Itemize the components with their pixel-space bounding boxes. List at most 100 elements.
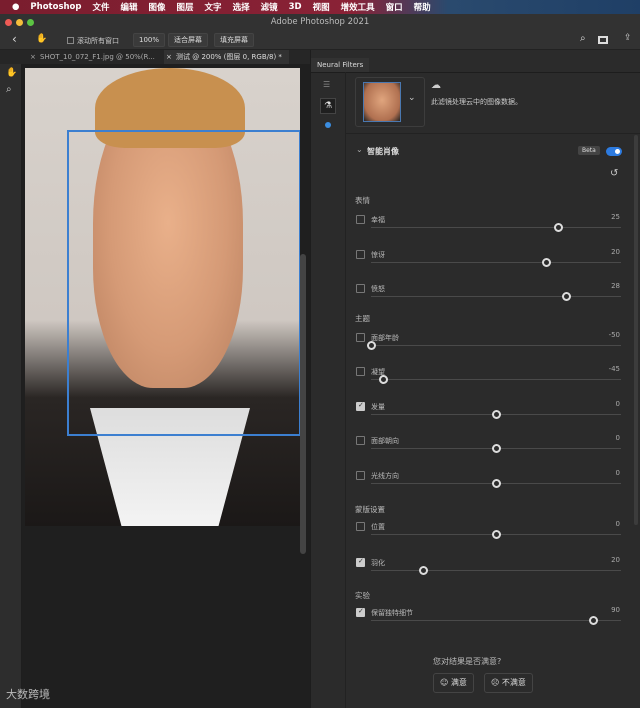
reset-icon[interactable]: ↺: [610, 168, 618, 179]
maximize-window-button[interactable]: [27, 19, 34, 26]
search-icon[interactable]: ⌕: [580, 33, 586, 44]
face-detection-box: [67, 130, 300, 436]
panel-scrollbar[interactable]: [634, 135, 638, 525]
all-filters-icon[interactable]: ☰: [323, 80, 330, 89]
slider-track[interactable]: [371, 223, 621, 232]
slider-knob[interactable]: [491, 530, 501, 539]
slider-value: 0: [615, 400, 620, 408]
workspace-icon[interactable]: [598, 36, 608, 44]
slider-track[interactable]: [371, 375, 621, 384]
hand-tool-icon[interactable]: ✋: [6, 68, 17, 78]
menu-item[interactable]: 编辑: [121, 1, 138, 13]
slider-label: 惊讶: [371, 251, 385, 259]
slider-checkbox[interactable]: [356, 333, 365, 342]
hand-tool-icon[interactable]: ✋: [36, 34, 47, 44]
tab-test[interactable]: × 测试 @ 200% (图层 0, RGB/8) *: [164, 50, 289, 64]
slider-checkbox[interactable]: [356, 557, 365, 567]
slider-knob[interactable]: [491, 410, 501, 419]
slider-track[interactable]: [371, 616, 621, 625]
slider-checkbox[interactable]: [356, 401, 365, 411]
title-bar: Adobe Photoshop 2021: [0, 14, 640, 31]
menu-item[interactable]: 帮助: [414, 1, 431, 13]
menu-item[interactable]: 3D: [289, 2, 302, 12]
slider-knob[interactable]: [589, 616, 598, 625]
menu-item[interactable]: Photoshop: [30, 2, 81, 12]
menu-item[interactable]: 增效工具: [341, 1, 375, 13]
face-selector[interactable]: ⌄: [355, 77, 425, 127]
slider-value: 20: [611, 248, 620, 256]
slider-label: 发量: [371, 403, 385, 411]
slider-track[interactable]: [371, 410, 621, 419]
slider-knob[interactable]: [491, 444, 501, 453]
share-icon[interactable]: ⇪: [624, 33, 632, 43]
slider-knob[interactable]: [491, 479, 501, 488]
section-title: 表情: [355, 196, 370, 205]
slider-checkbox[interactable]: [356, 215, 365, 224]
fill-screen-button[interactable]: 填充屏幕: [214, 33, 254, 47]
menu-item[interactable]: 选择: [233, 1, 250, 13]
slider-knob[interactable]: [561, 292, 571, 301]
menu-item[interactable]: 图像: [149, 1, 166, 13]
window-title: Adobe Photoshop 2021: [270, 17, 370, 27]
slider-checkbox[interactable]: [356, 607, 365, 617]
tab-shot[interactable]: × SHOT_10_072_F1.jpg @ 50%(R...: [28, 50, 168, 64]
menu-item[interactable]: 图层: [177, 1, 194, 13]
menu-bar: ● Photoshop 文件 编辑 图像 图层 文字 选择 滤镜 3D 视图 增效工具 窗口 帮助: [0, 0, 640, 14]
slider-value: -45: [608, 365, 620, 373]
slider-knob[interactable]: [379, 375, 388, 384]
menu-item[interactable]: 视图: [313, 1, 330, 13]
cloud-icon: ☁: [431, 80, 441, 91]
slider-value: 25: [611, 213, 620, 221]
slider-label: 幸福: [371, 216, 385, 224]
beta-filters-icon[interactable]: ⚗: [320, 98, 336, 114]
slider-value: 0: [615, 520, 620, 528]
beta-badge: Beta: [578, 146, 600, 155]
canvas-scrollbar[interactable]: [300, 254, 306, 554]
slider-track[interactable]: [371, 292, 621, 301]
slider-value: 20: [611, 556, 620, 564]
smile-icon: ☺: [440, 678, 449, 687]
slider-checkbox[interactable]: [356, 436, 365, 445]
slider-knob[interactable]: [419, 566, 428, 575]
menu-item[interactable]: 滤镜: [261, 1, 278, 13]
chevron-down-icon[interactable]: ⌄: [408, 93, 416, 103]
fit-screen-button[interactable]: 适合屏幕: [168, 33, 208, 47]
slider-checkbox[interactable]: [356, 522, 365, 531]
slider-checkbox[interactable]: [356, 471, 365, 480]
menu-item[interactable]: 文字: [205, 1, 222, 13]
minimize-window-button[interactable]: [16, 19, 23, 26]
menu-item[interactable]: 文件: [92, 1, 109, 13]
filter-toggle[interactable]: [606, 147, 622, 156]
zoom-tool-icon[interactable]: ⌕: [6, 84, 12, 95]
slider-track[interactable]: [371, 566, 621, 575]
unsatisfied-button[interactable]: ☹ 不满意: [484, 673, 533, 693]
slider-track[interactable]: [371, 479, 621, 488]
apple-icon[interactable]: ●: [12, 2, 19, 12]
watermark: 大数跨境: [6, 688, 50, 701]
menu-item[interactable]: 窗口: [386, 1, 403, 13]
tools-bar: ✋ ⌕: [0, 64, 22, 708]
slider-value: -50: [608, 331, 620, 339]
slider-knob[interactable]: [554, 223, 563, 232]
slider-track[interactable]: [371, 258, 621, 267]
tab-label: SHOT_10_072_F1.jpg @ 50%(R...: [40, 53, 155, 61]
slider-track[interactable]: [371, 530, 621, 539]
slider-checkbox[interactable]: [356, 284, 365, 293]
options-bar: ‹ ✋ 滚动所有窗口 100% 适合屏幕 填充屏幕 ⌕ ⇪: [0, 31, 640, 50]
panel-tab[interactable]: Neural Filters: [311, 58, 369, 72]
unsatisfied-label: 不满意: [501, 678, 526, 687]
satisfied-button[interactable]: ☺ 满意: [433, 673, 474, 693]
slider-checkbox[interactable]: [356, 250, 365, 259]
scroll-all-checkbox[interactable]: [67, 37, 74, 44]
slider-track[interactable]: [366, 341, 621, 350]
slider-track[interactable]: [371, 444, 621, 453]
slider-label: 愤怒: [371, 285, 385, 293]
back-icon[interactable]: ‹: [12, 32, 17, 46]
collapse-chevron-icon[interactable]: ⌄: [356, 145, 363, 154]
close-window-button[interactable]: [5, 19, 12, 26]
wait-list-icon[interactable]: [325, 122, 331, 128]
slider-checkbox[interactable]: [356, 367, 365, 376]
slider-knob[interactable]: [541, 258, 551, 267]
slider-knob[interactable]: [366, 341, 376, 350]
zoom-100-button[interactable]: 100%: [133, 33, 166, 47]
